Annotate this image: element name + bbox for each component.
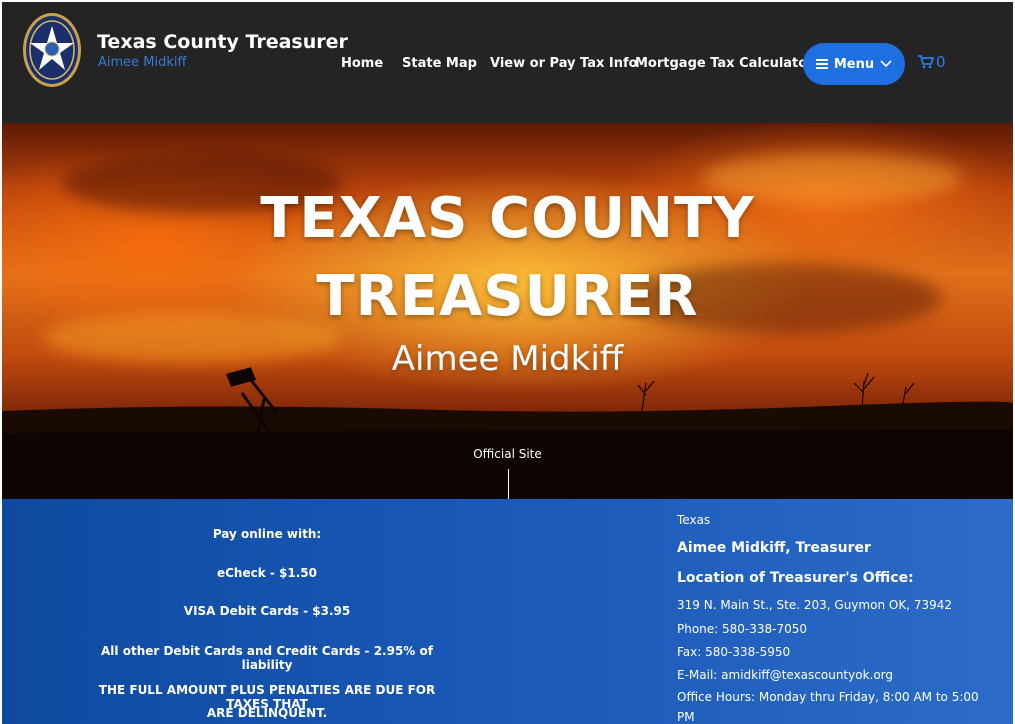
site-subtitle[interactable]: Aimee Midkiff [98, 55, 186, 70]
info-section: Pay online with: eCheck - $1.50 VISA Deb… [2, 499, 1013, 724]
delinquent-notice-line2: ARE DELINQUENT. [206, 706, 328, 720]
card-fee: All other Debit Cards and Credit Cards -… [101, 644, 433, 672]
cart-count: 0 [936, 53, 946, 71]
office-state: Texas [677, 513, 711, 527]
hero-banner: TEXAS COUNTY TREASURER Aimee Midkiff Off… [2, 123, 1013, 499]
site-title[interactable]: Texas County Treasurer [97, 31, 348, 53]
hero-name: Aimee Midkiff [391, 339, 624, 379]
hero-title-line2: TREASURER [316, 264, 699, 329]
state-seal-icon[interactable] [22, 12, 82, 88]
menu-label: Menu [833, 56, 875, 72]
nav-mortgage-calculator[interactable]: Mortgage Tax Calculator [635, 56, 814, 71]
official-site-label: Official Site [473, 447, 542, 461]
cart-icon [918, 55, 934, 69]
hero-divider [508, 469, 509, 499]
nav-view-pay-tax[interactable]: View or Pay Tax Info [490, 56, 638, 71]
location-heading: Location of Treasurer's Office: [677, 570, 914, 586]
office-email[interactable]: E-Mail: amidkiff@texascountyok.org [677, 668, 893, 682]
chevron-down-icon [880, 60, 892, 68]
visa-fee: VISA Debit Cards - $3.95 [183, 604, 351, 618]
office-fax: Fax: 580-338-5950 [677, 645, 791, 659]
echeck-fee: eCheck - $1.50 [216, 566, 317, 580]
nav-state-map[interactable]: State Map [402, 56, 477, 71]
payment-heading: Pay online with: [212, 527, 322, 541]
office-hours-line1: Office Hours: Monday thru Friday, 8:00 A… [677, 690, 979, 704]
menu-button[interactable]: Menu [803, 43, 905, 85]
nav-home[interactable]: Home [341, 56, 383, 71]
hamburger-icon [815, 59, 828, 69]
office-phone[interactable]: Phone: 580-338-7050 [677, 622, 807, 636]
hero-title-line1: TEXAS COUNTY [260, 186, 755, 251]
office-address: 319 N. Main St., Ste. 203, Guymon OK, 73… [677, 598, 952, 612]
treasurer-name: Aimee Midkiff, Treasurer [677, 540, 871, 556]
office-hours-line2: PM [677, 710, 695, 724]
cart-button[interactable]: 0 [918, 53, 946, 71]
site-header: Texas County Treasurer Aimee Midkiff Hom… [2, 2, 1013, 123]
